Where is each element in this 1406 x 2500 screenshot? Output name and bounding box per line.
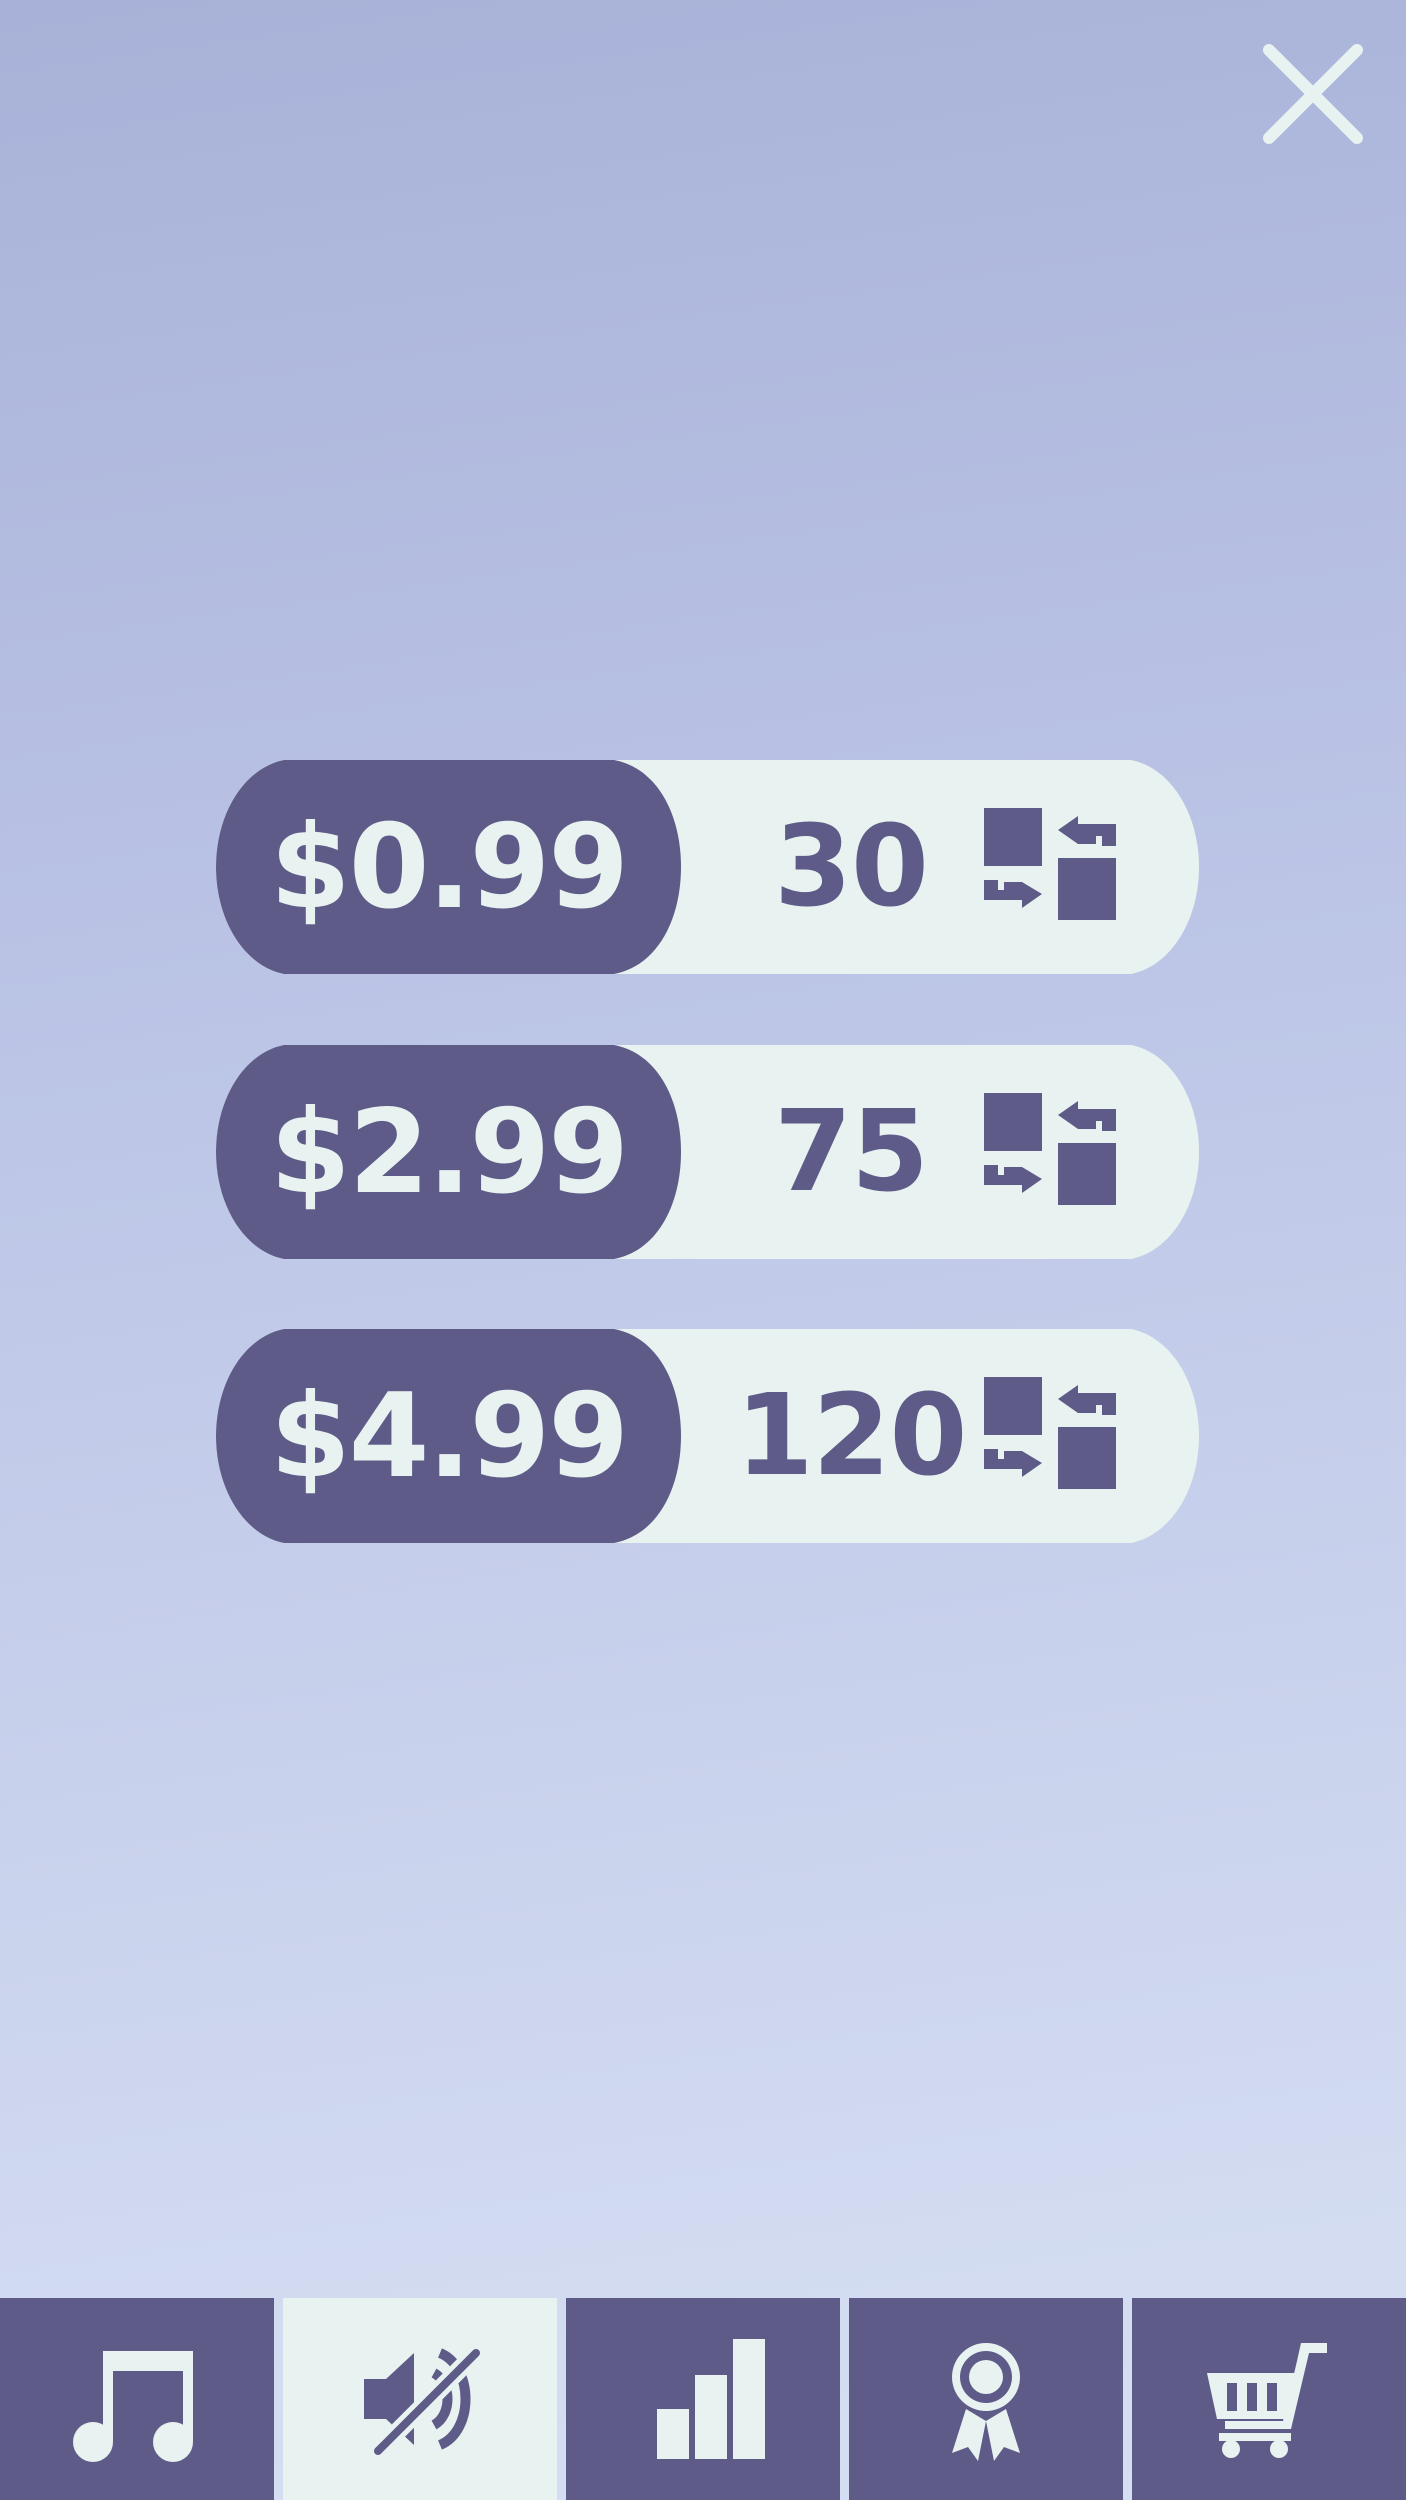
tab-sound[interactable] [283,2298,557,2500]
tab-achievements[interactable] [849,2298,1123,2500]
currency-amount: 120 [735,1371,968,1501]
sound-muted-icon [364,2346,483,2458]
exchange-icon [984,1377,1116,1489]
exchange-icon [984,808,1116,920]
close-icon [1263,44,1363,144]
music-note-icon [73,2351,193,2462]
price-label: $0.99 [270,799,629,935]
currency-amount: 30 [774,802,929,932]
tab-music[interactable] [0,2298,274,2500]
tab-stats[interactable] [566,2298,840,2500]
purchase-pack-2[interactable]: $2.99 75 [216,1045,1199,1259]
price-label: $4.99 [270,1368,629,1504]
award-ribbon-icon [952,2343,1020,2461]
exchange-icon [984,1093,1116,1205]
close-button[interactable] [1255,40,1367,152]
purchase-pack-1[interactable]: $0.99 30 [216,760,1199,974]
price-label: $2.99 [270,1084,629,1220]
bar-chart-icon [657,2339,765,2459]
bottom-nav [0,2298,1406,2500]
currency-amount: 75 [774,1087,929,1217]
shopping-cart-icon [1207,2343,1327,2458]
tab-shop[interactable] [1132,2298,1406,2500]
purchase-pack-3[interactable]: $4.99 120 [216,1329,1199,1543]
